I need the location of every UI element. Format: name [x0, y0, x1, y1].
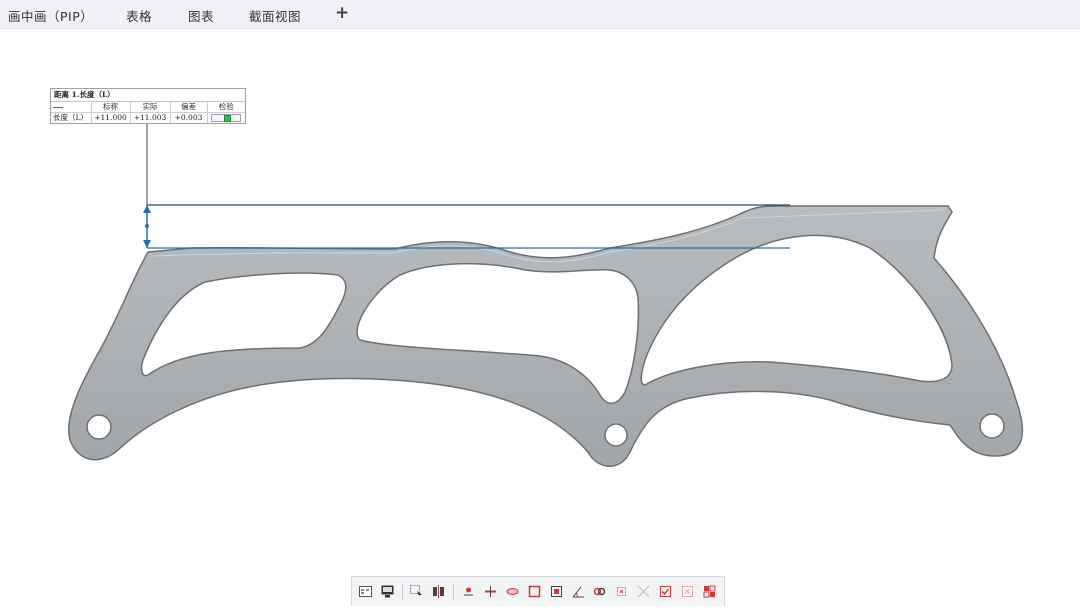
- tab-bar: 画中画（PIP） 表格 图表 截面视图 +: [0, 0, 1080, 29]
- tab-chart[interactable]: 图表: [188, 6, 214, 25]
- expand-icon[interactable]: [636, 584, 650, 599]
- nominal-value: +11.000: [91, 112, 131, 123]
- tab-pip[interactable]: 画中画（PIP）: [8, 6, 93, 25]
- report-icon[interactable]: [702, 584, 716, 599]
- distance-icon[interactable]: [549, 584, 563, 599]
- tab-table[interactable]: 表格: [126, 6, 152, 25]
- delete-icon[interactable]: [680, 584, 694, 599]
- actual-value: +11.003: [130, 112, 171, 123]
- chain-icon[interactable]: [593, 584, 607, 599]
- align-icon[interactable]: [432, 584, 446, 599]
- dimension-arrow-up: [143, 205, 151, 213]
- add-tab-button[interactable]: +: [335, 3, 350, 23]
- deviation-value: +0.003: [170, 112, 208, 123]
- check-status: [207, 112, 245, 123]
- tolerance-bar: [211, 114, 242, 122]
- skate-frame-part: [68, 205, 1024, 467]
- tab-section-view[interactable]: 截面视图: [249, 6, 301, 25]
- measurement-table: 标称 实际 偏差 检验 长度（L） +11.000 +11.003 +0.003: [51, 102, 245, 123]
- measurement-type-icon: [51, 102, 92, 113]
- rectangle-icon[interactable]: [527, 584, 541, 599]
- dimension-midpoint: [145, 224, 149, 228]
- measurement-callout[interactable]: 距离 1.长度（L） 标称 实际 偏差 检验 长度（L） +11.000 +11…: [50, 88, 246, 124]
- row-label: 长度（L）: [51, 112, 92, 123]
- pass-indicator: [224, 115, 232, 122]
- point-icon[interactable]: [461, 584, 475, 599]
- bottom-toolbar: [351, 576, 725, 606]
- mounting-hole-left: [86, 414, 112, 440]
- length-dimension[interactable]: [143, 120, 790, 249]
- nominal-header: 标称: [91, 102, 131, 113]
- monitor-icon[interactable]: [380, 584, 394, 599]
- line-feature-icon[interactable]: [483, 584, 497, 599]
- check-header: 检验: [218, 102, 234, 111]
- deviation-header: 偏差: [170, 102, 208, 113]
- mounting-hole-middle: [604, 423, 628, 447]
- measurement-title: 距离 1.长度（L）: [51, 89, 245, 102]
- mounting-hole-right: [979, 413, 1005, 439]
- angle-icon[interactable]: [571, 584, 585, 599]
- check-icon[interactable]: [658, 584, 672, 599]
- select-cursor-icon[interactable]: [410, 584, 424, 599]
- plane-feature-icon[interactable]: [505, 584, 519, 599]
- crop-icon[interactable]: [615, 584, 629, 599]
- actual-header: 实际: [130, 102, 171, 113]
- grid-view-icon[interactable]: [358, 584, 372, 599]
- dimension-arrow-down: [143, 240, 151, 248]
